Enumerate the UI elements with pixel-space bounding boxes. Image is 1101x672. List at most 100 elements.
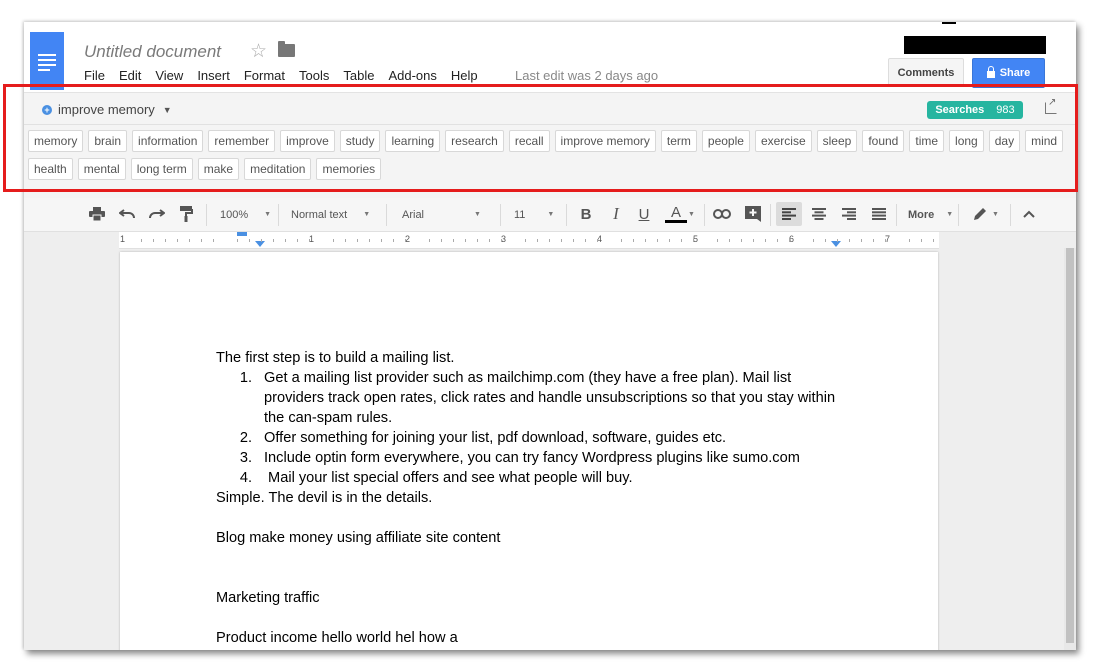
- undo-icon[interactable]: [118, 204, 136, 224]
- document-page[interactable]: The first step is to build a mailing lis…: [120, 252, 938, 650]
- bold-button[interactable]: B: [578, 204, 594, 224]
- paragraph: Simple. The devil is in the details.: [216, 490, 433, 506]
- redacted-mark: [942, 22, 956, 24]
- text-color-button[interactable]: A: [664, 204, 688, 224]
- dropdown-icon[interactable]: ▼: [688, 198, 695, 231]
- collapse-chevron-icon[interactable]: [1020, 204, 1038, 224]
- ruler-tick: [585, 239, 586, 242]
- docs-home-icon[interactable]: [30, 32, 64, 90]
- comments-button[interactable]: Comments: [888, 58, 964, 87]
- justify-icon[interactable]: [870, 204, 888, 224]
- ruler-tick: [633, 239, 634, 242]
- style-value: Normal text: [291, 208, 348, 221]
- print-icon[interactable]: [88, 204, 106, 224]
- underline-button[interactable]: U: [636, 204, 652, 224]
- list-number: 3.: [239, 450, 252, 466]
- dropdown-icon[interactable]: ▼: [992, 198, 999, 231]
- right-indent-marker[interactable]: [831, 241, 841, 247]
- insert-comment-icon[interactable]: [744, 204, 762, 224]
- menu-addons[interactable]: Add-ons: [388, 68, 436, 83]
- menu-bar: File Edit View Insert Format Tools Table Add-on…: [84, 68, 492, 83]
- menu-tools[interactable]: Tools: [299, 68, 329, 83]
- ruler-tick: [765, 239, 766, 242]
- ruler-tick: [597, 239, 598, 242]
- scrollbar-thumb[interactable]: [1066, 248, 1074, 643]
- star-icon[interactable]: ☆: [250, 40, 267, 63]
- left-indent-marker[interactable]: [237, 232, 247, 236]
- ruler-tick: [693, 239, 694, 242]
- ruler-tick: [657, 239, 658, 242]
- ruler[interactable]: 1 1 2 3 4 5 6 7: [119, 232, 939, 249]
- ruler-tick: [165, 239, 166, 242]
- ruler-tick: [813, 239, 814, 242]
- list-text: Offer something for joining your list, p…: [264, 430, 727, 446]
- ruler-tick: [141, 239, 142, 242]
- menu-edit[interactable]: Edit: [119, 68, 141, 83]
- document-body[interactable]: The first step is to build a mailing lis…: [216, 348, 856, 648]
- ruler-tick: [549, 239, 550, 242]
- font-size-select[interactable]: 11 ▼: [514, 198, 554, 231]
- ruler-tick: [357, 239, 358, 242]
- ruler-tick: [861, 239, 862, 242]
- ruler-tick: [525, 239, 526, 242]
- ruler-tick: [153, 239, 154, 242]
- dropdown-icon: ▼: [474, 211, 481, 218]
- style-select[interactable]: Normal text ▼: [291, 198, 370, 231]
- document-title[interactable]: Untitled document: [84, 42, 221, 62]
- paragraph: The first step is to build a mailing lis…: [216, 350, 455, 366]
- ruler-tick: [177, 239, 178, 242]
- ruler-tick: [237, 239, 238, 242]
- ruler-tick: [297, 239, 298, 242]
- align-right-icon[interactable]: [840, 204, 858, 224]
- more-button[interactable]: More ▼: [908, 198, 953, 231]
- ruler-tick: [573, 239, 574, 242]
- ruler-tick: [201, 239, 202, 242]
- list-number: 1.: [239, 370, 252, 386]
- pencil-icon[interactable]: [970, 204, 990, 224]
- ruler-tick: [333, 239, 334, 242]
- ruler-tick: [849, 239, 850, 242]
- dropdown-icon: ▼: [264, 211, 272, 218]
- ruler-tick: [189, 239, 190, 242]
- align-left-icon[interactable]: [776, 202, 802, 226]
- menu-table[interactable]: Table: [343, 68, 374, 83]
- ruler-tick: [825, 239, 826, 242]
- list-item: 4. Mail your list special offers and see…: [216, 468, 856, 488]
- menu-view[interactable]: View: [155, 68, 183, 83]
- separator: [896, 204, 897, 226]
- ruler-tick: [777, 239, 778, 242]
- list-number: 2.: [239, 430, 252, 446]
- italic-button[interactable]: I: [608, 204, 624, 224]
- ruler-tick: [261, 239, 262, 242]
- redo-icon[interactable]: [148, 204, 166, 224]
- list-text: Get a mailing list provider such as mail…: [264, 370, 836, 426]
- separator: [704, 204, 705, 226]
- separator: [1010, 204, 1011, 226]
- ruler-tick: [645, 239, 646, 242]
- ruler-tick: [669, 239, 670, 242]
- ruler-tick: [741, 239, 742, 242]
- font-select[interactable]: Arial ▼: [402, 198, 481, 231]
- menu-help[interactable]: Help: [451, 68, 478, 83]
- paint-format-icon[interactable]: [178, 204, 194, 224]
- folder-icon[interactable]: [278, 41, 295, 57]
- ruler-tick: [309, 239, 310, 242]
- ruler-tick: [933, 239, 934, 242]
- menu-format[interactable]: Format: [244, 68, 285, 83]
- ruler-tick: [465, 239, 466, 242]
- zoom-select[interactable]: 100% ▼: [220, 198, 271, 231]
- ruler-tick: [285, 239, 286, 242]
- menu-file[interactable]: File: [84, 68, 105, 83]
- first-line-indent-marker[interactable]: [255, 241, 265, 247]
- ruler-tick: [213, 239, 214, 242]
- align-center-icon[interactable]: [810, 204, 828, 224]
- text-color-swatch: [665, 219, 687, 223]
- list-text: Include optin form everywhere, you can t…: [264, 450, 800, 466]
- last-edit-link[interactable]: Last edit was 2 days ago: [515, 68, 658, 83]
- link-icon[interactable]: [712, 204, 732, 224]
- menu-insert[interactable]: Insert: [197, 68, 230, 83]
- separator: [500, 204, 501, 226]
- list-item: 2. Offer something for joining your list,…: [216, 428, 856, 448]
- ruler-tick: [249, 239, 250, 242]
